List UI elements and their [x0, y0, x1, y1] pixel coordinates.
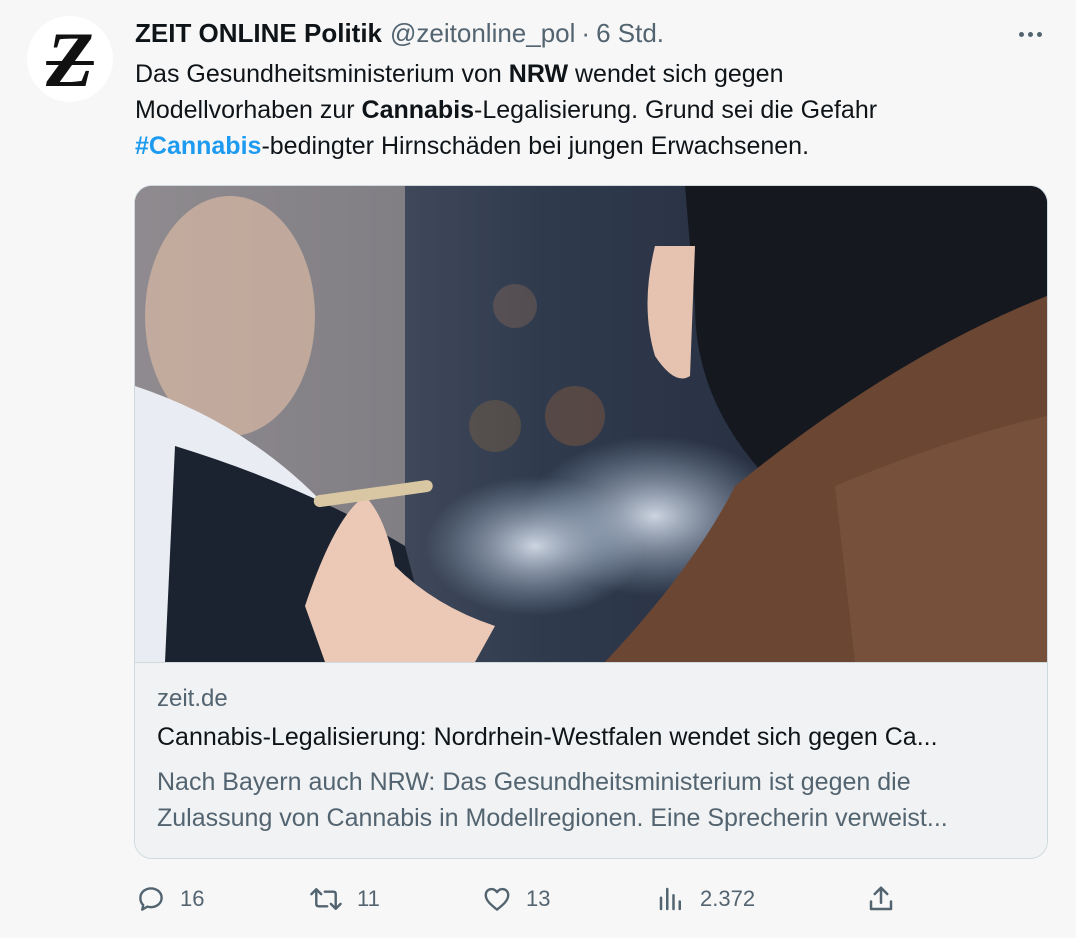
avatar[interactable]: Z: [27, 16, 113, 102]
retweet-button[interactable]: 11: [309, 874, 380, 924]
share-button[interactable]: [866, 874, 896, 924]
views-count: 2.372: [700, 886, 756, 911]
heart-icon: [484, 887, 510, 911]
retweet-icon: [310, 888, 342, 910]
like-count: 13: [526, 886, 551, 911]
zeit-logo: Z: [46, 16, 94, 103]
link-card[interactable]: zeit.de Cannabis-Legalisierung: Nordrhei…: [134, 185, 1048, 859]
card-meta[interactable]: zeit.de Cannabis-Legalisierung: Nordrhei…: [135, 662, 1047, 858]
action-bar: 16 11 13 2.372: [0, 874, 1076, 924]
reply-icon: [139, 887, 163, 911]
hashtag-link[interactable]: #Cannabis: [135, 132, 261, 160]
bold-nrw: NRW: [508, 60, 569, 88]
tweet-text-line: Modellvorhaben zur Cannabis-Legalisierun…: [135, 96, 878, 124]
reply-count: 16: [180, 886, 205, 911]
more-button[interactable]: [1012, 20, 1048, 48]
card-image[interactable]: [135, 186, 1047, 662]
like-button[interactable]: 13: [482, 874, 550, 924]
views-icon: [659, 887, 681, 911]
tweet-header: ZEIT ONLINE Politik @zeitonline_pol · 6 …: [135, 16, 664, 50]
card-domain: zeit.de: [157, 685, 228, 712]
share-icon: [869, 886, 893, 911]
bold-cannabis: Cannabis: [361, 96, 475, 124]
card-description-line: Zulassung von Cannabis in Modellregionen…: [157, 804, 948, 832]
tweet-text-line: #Cannabis-bedingter Hirnschäden bei jung…: [135, 132, 810, 160]
author-name[interactable]: ZEIT ONLINE Politik: [135, 18, 382, 49]
more-icon: [1018, 31, 1024, 37]
card-description-line: Nach Bayern auch NRW: Das Gesundheitsmin…: [157, 768, 911, 796]
timestamp[interactable]: 6 Std.: [596, 18, 664, 49]
card-description: Nach Bayern auch NRW: Das Gesundheitsmin…: [157, 764, 1027, 836]
tweet-text-line: Das Gesundheitsministerium von NRW wende…: [135, 60, 784, 88]
author-handle[interactable]: @zeitonline_pol: [390, 18, 575, 49]
separator-dot: ·: [581, 17, 591, 48]
tweet-text: Das Gesundheitsministerium von NRW wende…: [135, 56, 1035, 164]
card-title: Cannabis-Legalisierung: Nordrhein-Westfa…: [157, 723, 938, 751]
retweet-count: 11: [357, 886, 380, 911]
reply-button[interactable]: 16: [136, 874, 204, 924]
views-button[interactable]: 2.372: [656, 874, 755, 924]
smoking-person-photo: [135, 186, 1047, 662]
